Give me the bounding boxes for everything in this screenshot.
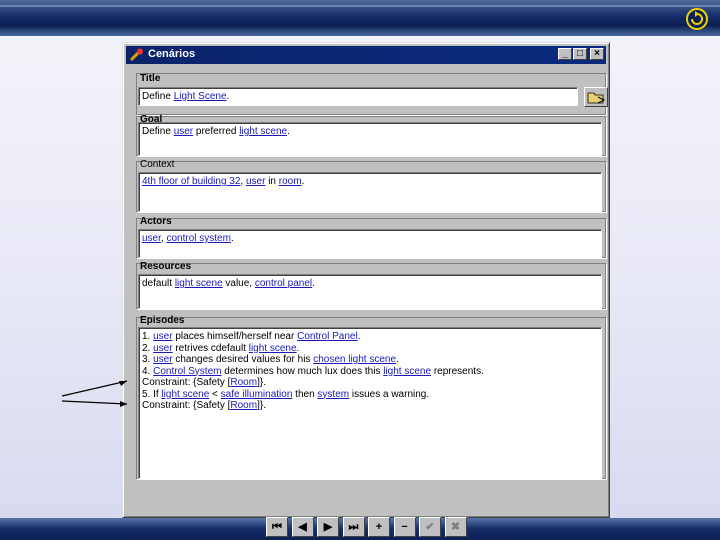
arrow-head-constraint-2	[120, 401, 127, 407]
arrow-head-constraint-1	[119, 381, 127, 386]
annotation-arrows	[61, 380, 128, 407]
